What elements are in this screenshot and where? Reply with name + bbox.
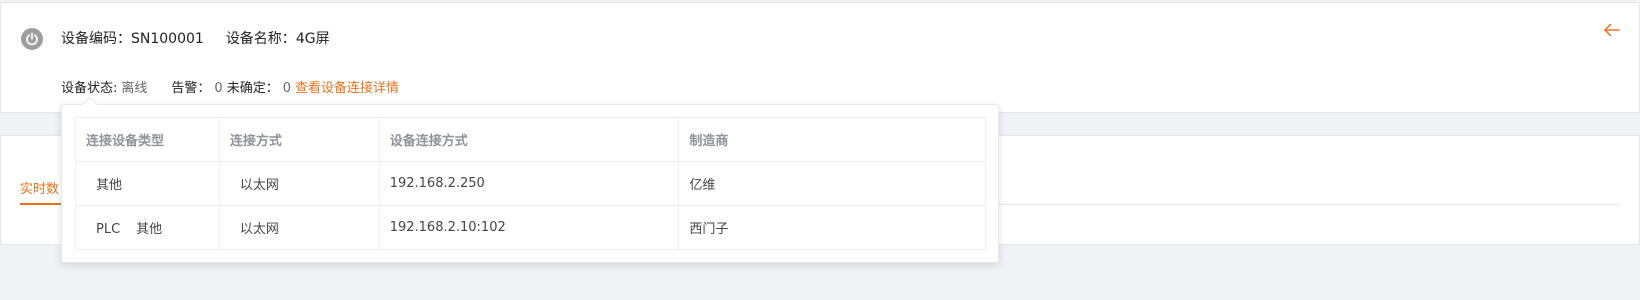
unconfirmed-label: 未确定： [226, 81, 279, 96]
cell-connection-method: 以太网 [218, 205, 380, 250]
table-header-row: 连接设备类型 连接方式 设备连接方式 制造商 [75, 117, 986, 162]
cell-address: 192.168.2.10:102 [378, 205, 680, 250]
cell-manufacturer: 亿维 [678, 161, 986, 206]
cell-connection-method: 以太网 [218, 161, 380, 206]
device-code-value: SN100001 [131, 31, 204, 47]
cell-manufacturer: 西门子 [678, 205, 986, 250]
status-value: 离线 [121, 81, 148, 96]
device-code-label: 设备编码： [61, 31, 131, 47]
device-status-line: 设备状态: 离线 告警： 0 未确定： 0 查看设备连接详情 [61, 77, 399, 96]
column-header-connection-method: 连接方式 [218, 117, 380, 162]
table-row: 其他 以太网 192.168.2.250 亿维 [75, 161, 986, 206]
unconfirmed-count: 0 [282, 81, 291, 96]
device-title: 设备编码：SN100001 设备名称：4G屏 [61, 28, 330, 48]
connection-details-popover: 连接设备类型 连接方式 设备连接方式 制造商 其他 以太网 192.168.2.… [61, 104, 999, 263]
cell-device-type: PLC 其他 [75, 205, 220, 250]
power-icon [21, 28, 43, 50]
device-name-label: 设备名称： [225, 31, 296, 47]
active-tab-indicator [20, 203, 64, 205]
table-row: PLC 其他 以太网 192.168.2.10:102 西门子 [75, 205, 986, 250]
device-type-text: 其他 [136, 222, 163, 237]
column-header-manufacturer: 制造商 [678, 117, 986, 162]
tab-realtime-data[interactable]: 实时数 [20, 178, 59, 197]
column-header-device-connection: 设备连接方式 [378, 117, 680, 162]
back-arrow-icon[interactable] [1602, 20, 1622, 40]
alarm-count: 0 [214, 81, 223, 96]
cell-address: 192.168.2.250 [378, 161, 680, 206]
view-connection-details-link[interactable]: 查看设备连接详情 [295, 81, 399, 96]
device-type-prefix: PLC [96, 222, 121, 237]
device-info-card [0, 2, 1640, 113]
device-type-text: 其他 [96, 178, 123, 193]
status-label: 设备状态: [61, 81, 118, 96]
alarm-label: 告警： [171, 81, 211, 96]
column-header-device-type: 连接设备类型 [75, 117, 220, 162]
device-name-value: 4G屏 [295, 31, 330, 47]
connection-table: 连接设备类型 连接方式 设备连接方式 制造商 其他 以太网 192.168.2.… [75, 117, 986, 250]
cell-device-type: 其他 [75, 161, 220, 206]
